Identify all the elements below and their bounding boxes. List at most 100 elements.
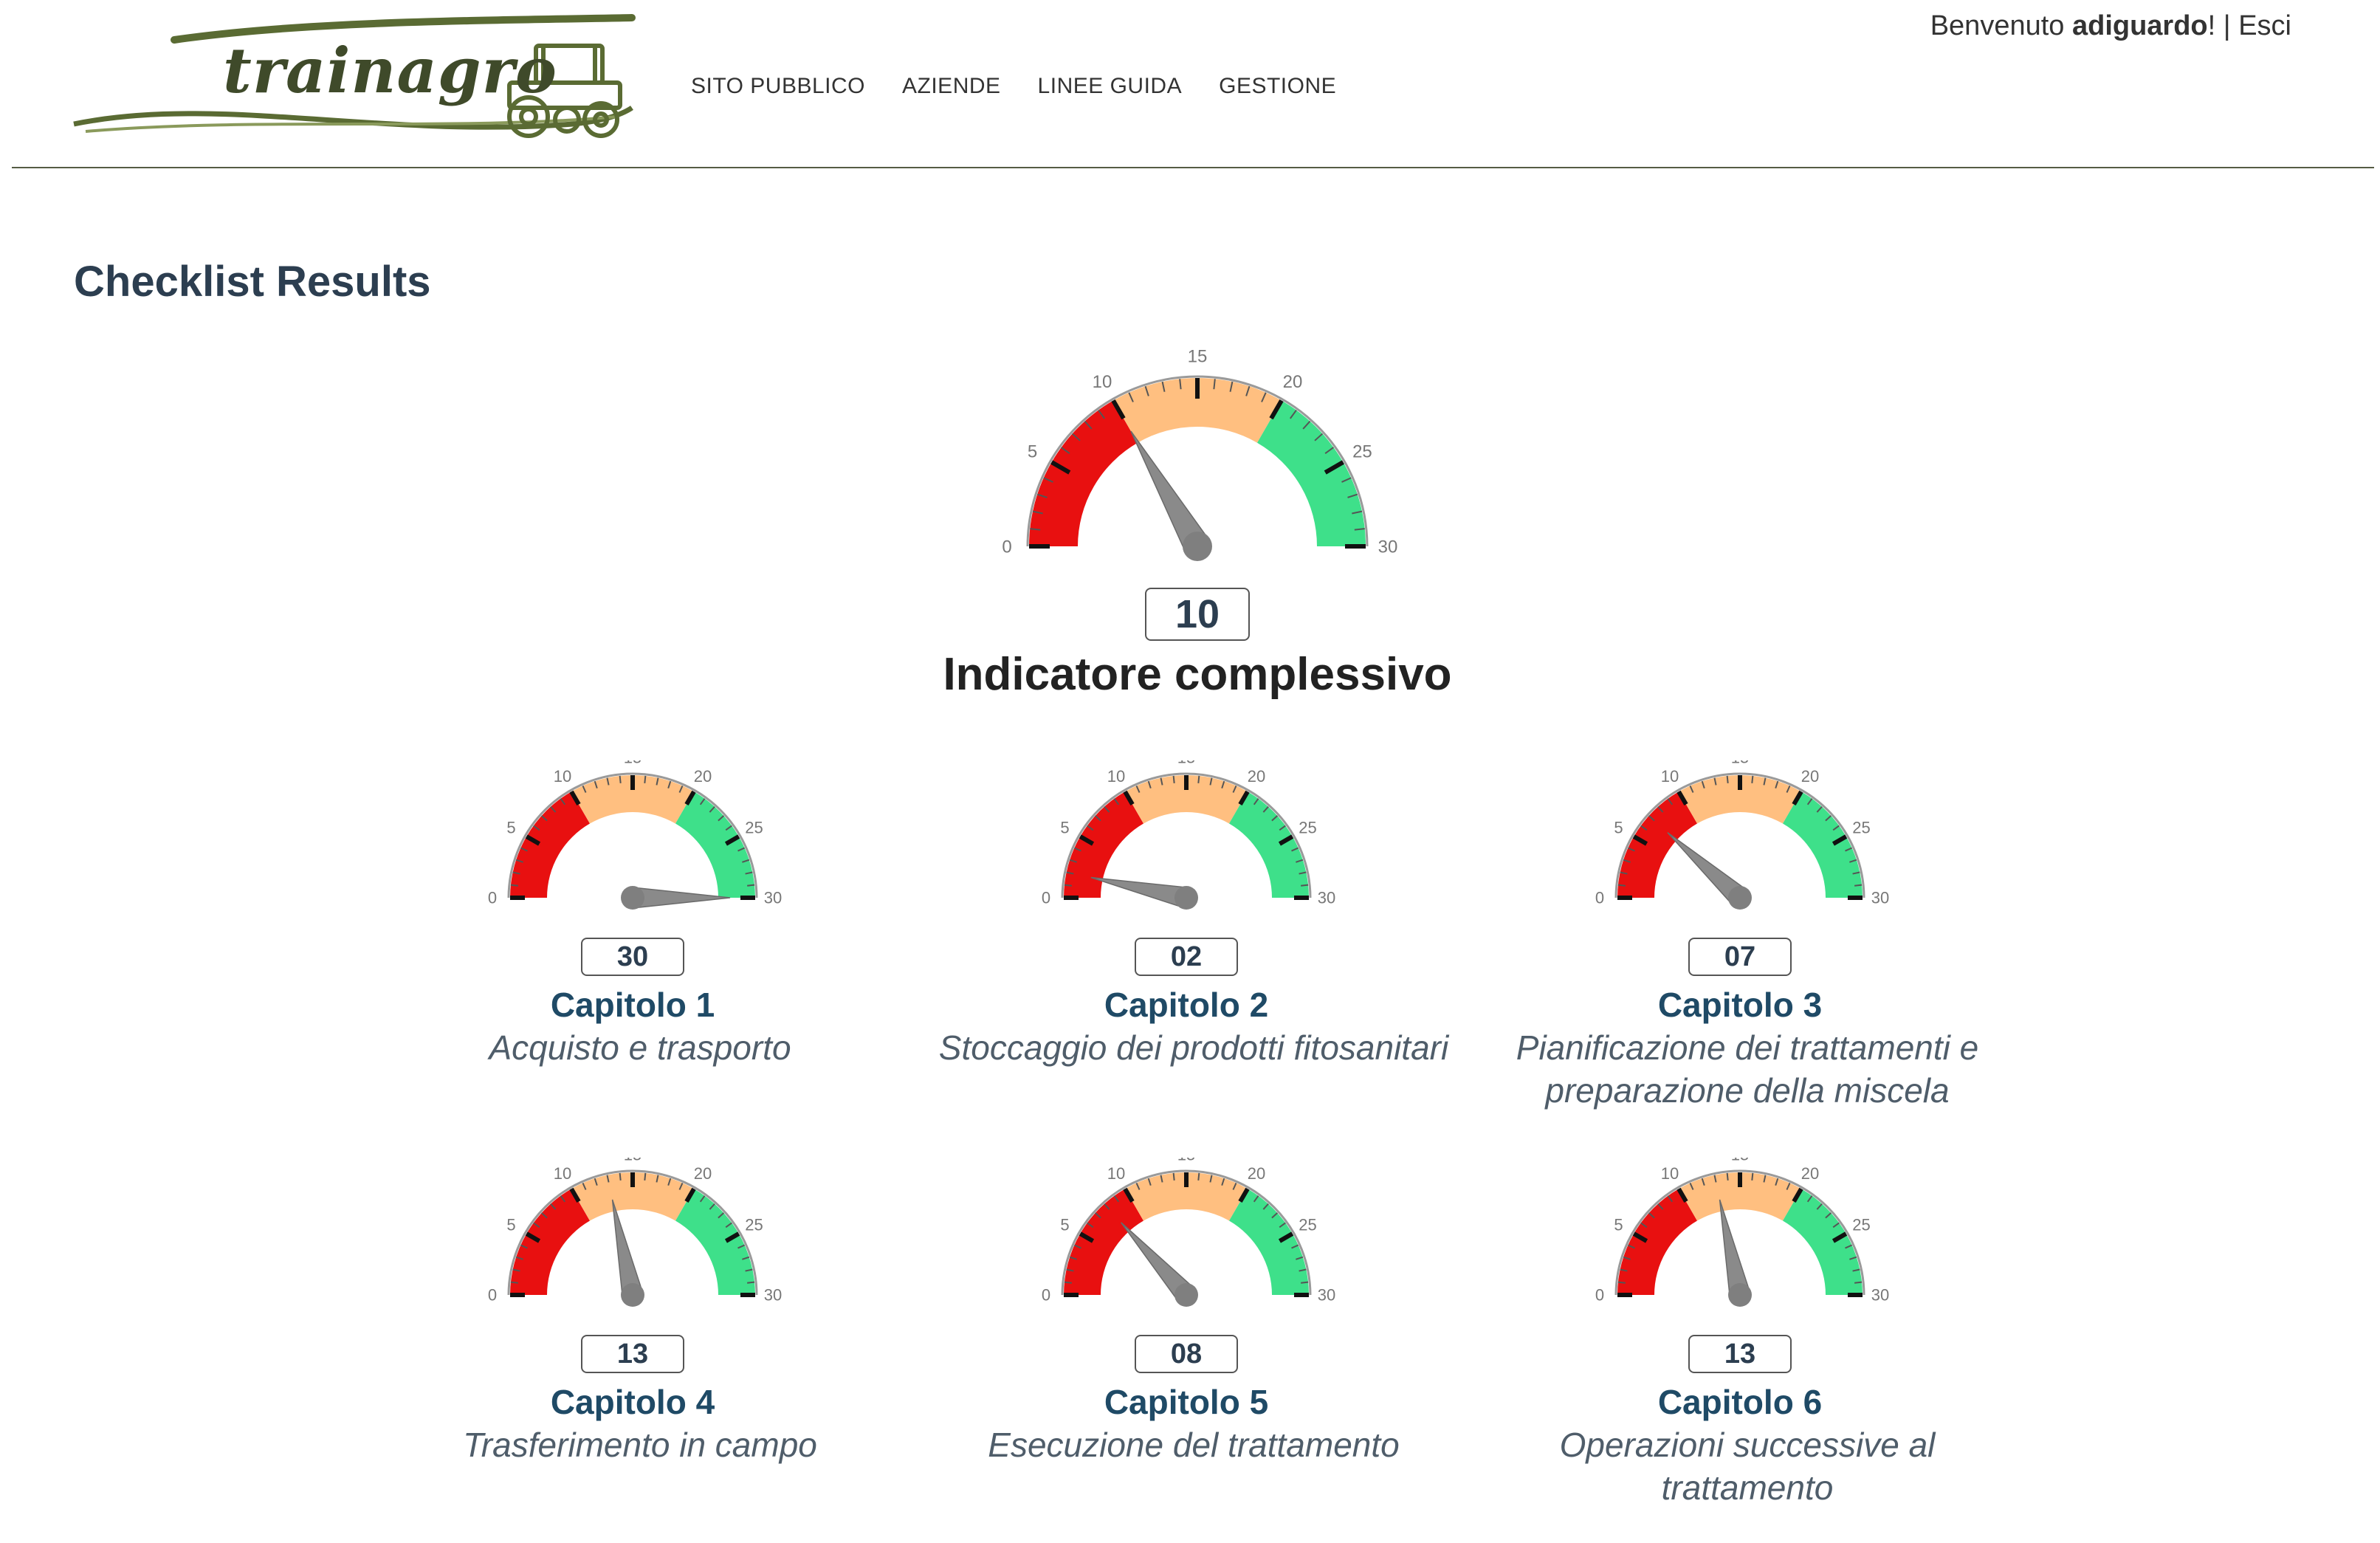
- nav-aziende[interactable]: AZIENDE: [902, 74, 1001, 99]
- gauge-needle-hub: [621, 886, 644, 910]
- chapter-6-title: Capitolo 6: [1657, 1383, 1823, 1421]
- gauge-tick-label: 5: [1060, 819, 1069, 837]
- gauge-tick-label: 0: [1595, 1286, 1604, 1305]
- nav-linee-guida[interactable]: LINEE GUIDA: [1038, 74, 1183, 99]
- gauge-tick-label: 0: [1042, 889, 1050, 907]
- user-bar: Benvenuto adiguardo! | Esci: [1930, 10, 2291, 42]
- chapter-6-subtitle: Operazioni successive al trattamento: [1559, 1426, 1936, 1507]
- gauge-tick-label: 5: [506, 819, 515, 837]
- chapter-6-value-box: 13: [1688, 1335, 1792, 1373]
- gauge-tick-label: 10: [554, 767, 571, 786]
- gauge-tick-label: 10: [554, 1164, 571, 1183]
- gauge-minor-tick: [1751, 775, 1754, 783]
- main-nav: SITO PUBBLICO AZIENDE LINEE GUIDA GESTIO…: [691, 74, 1336, 99]
- gauge-minor-tick: [1726, 1172, 1729, 1181]
- gauge-band-1: [1617, 1189, 1697, 1295]
- gauge-minor-tick: [1197, 1172, 1200, 1181]
- chapter-6-gauge: 0 5 10 15 20 25 30: [1595, 1158, 1889, 1307]
- gauge-minor-tick: [510, 884, 518, 887]
- overall-gauge: 0 5 10 15 20 25 30: [1002, 347, 1398, 561]
- gauge-band-3: [1783, 791, 1863, 898]
- gauge-band-3: [1783, 1189, 1863, 1295]
- chapter-1-value-box: 30: [581, 938, 684, 976]
- logo-text: trainagro: [223, 34, 557, 107]
- gauge-tick-label: 0: [1002, 537, 1011, 557]
- gauge-tick-label: 15: [1731, 1158, 1749, 1164]
- chapter-card-5: 0 5 10 15 20 25 30 08 Capitolo 5 Esecuzione de…: [928, 1158, 1445, 1466]
- gauge-tick-label: 15: [1177, 760, 1195, 767]
- gauge-tick-label: 5: [1028, 441, 1037, 461]
- overall-value-box: 10: [1145, 588, 1250, 641]
- chapter-2-value-box: 02: [1135, 938, 1238, 976]
- trainagro-logo[interactable]: trainagro: [71, 13, 647, 146]
- chapter-4-title: Capitolo 4: [550, 1383, 715, 1421]
- overall-indicator: 0 5 10 15 20 25 30 10 Indicatore complessivo: [902, 347, 1493, 701]
- chapter-2-gauge: 0 5 10 15 20 25 30: [1042, 760, 1335, 910]
- chapter-card-2: 0 5 10 15 20 25 30 02 Capitolo 2 Stoccaggio de…: [928, 760, 1448, 1069]
- chapter-4-subtitle: Trasferimento in campo: [463, 1426, 817, 1464]
- gauge-band-1: [1064, 1189, 1143, 1295]
- gauge-needle-hub: [621, 1283, 644, 1307]
- gauge-minor-tick: [1301, 884, 1309, 887]
- overall-title: Indicatore complessivo: [943, 649, 1452, 700]
- gauge-tick-label: 15: [624, 1158, 642, 1164]
- nav-gestione[interactable]: GESTIONE: [1219, 74, 1336, 99]
- gauge-tick-label: 0: [488, 1286, 497, 1305]
- chapter-card-3: 0 5 10 15 20 25 30 07 Capitolo 3 Pianificazion…: [1482, 760, 1998, 1112]
- gauge-tick-label: 15: [1731, 760, 1749, 767]
- gauge-tick-label: 30: [1318, 889, 1335, 907]
- logout-link[interactable]: Esci: [2238, 10, 2291, 41]
- gauge-tick-label: 30: [1378, 537, 1398, 557]
- gauge-tick-label: 10: [1661, 1164, 1679, 1183]
- chapter-2-title: Capitolo 2: [1104, 986, 1269, 1024]
- chapter-5-value-box: 08: [1135, 1335, 1238, 1373]
- gauge-needle-hub: [1728, 1283, 1752, 1307]
- gauge-minor-tick: [1726, 775, 1729, 783]
- gauge-band-3: [1257, 400, 1366, 546]
- gauge-minor-tick: [619, 775, 622, 783]
- gauge-tick-label: 10: [1107, 1164, 1125, 1183]
- gauge-needle-hub: [1174, 1283, 1198, 1307]
- chapter-1-title: Capitolo 1: [550, 986, 715, 1024]
- page-title: Checklist Results: [74, 258, 431, 306]
- gauge-tick-label: 15: [624, 760, 642, 767]
- gauge-tick-label: 25: [745, 1216, 763, 1234]
- gauge-tick-label: 20: [694, 1164, 712, 1183]
- gauge-minor-tick: [510, 1281, 518, 1284]
- gauge-tick-label: 20: [1801, 767, 1819, 786]
- gauge-tick-label: 25: [1299, 1216, 1316, 1234]
- gauge-tick-label: 20: [1248, 1164, 1265, 1183]
- gauge-tick-label: 10: [1107, 767, 1125, 786]
- chapter-5-title: Capitolo 5: [1104, 1383, 1269, 1421]
- gauge-minor-tick: [747, 1281, 755, 1284]
- gauge-minor-tick: [1854, 884, 1863, 887]
- gauge-tick-label: 20: [1248, 767, 1265, 786]
- chapter-3-subtitle: Pianificazione dei trattamenti e prepara…: [1516, 1028, 1979, 1110]
- gauge-tick-label: 25: [1299, 819, 1316, 837]
- gauge-tick-label: 10: [1093, 372, 1112, 392]
- gauge-tick-label: 30: [1871, 889, 1889, 907]
- chapter-4-value-box: 13: [581, 1335, 684, 1373]
- gauge-tick-label: 25: [1352, 441, 1372, 461]
- gauge-tick-label: 20: [1283, 372, 1303, 392]
- chapter-4-gauge: 0 5 10 15 20 25 30: [488, 1158, 782, 1307]
- gauge-tick-label: 15: [1188, 347, 1208, 366]
- gauge-tick-label: 5: [1614, 819, 1623, 837]
- chapter-card-6: 0 5 10 15 20 25 30 13 Capitolo 6 Operazioni su…: [1482, 1158, 1998, 1509]
- chapter-3-title: Capitolo 3: [1657, 986, 1823, 1024]
- gauge-tick-label: 5: [506, 1216, 515, 1234]
- gauge-minor-tick: [644, 1172, 647, 1181]
- gauge-tick-label: 15: [1177, 1158, 1195, 1164]
- gauge-minor-tick: [1751, 1172, 1754, 1181]
- username: adiguardo: [2071, 10, 2208, 41]
- gauge-tick-label: 0: [1042, 1286, 1050, 1305]
- gauge-minor-tick: [1617, 1281, 1626, 1284]
- welcome-suffix: ! |: [2207, 10, 2239, 41]
- header-divider: [12, 167, 2374, 168]
- gauge-minor-tick: [1064, 1281, 1072, 1284]
- gauge-tick-label: 0: [1595, 889, 1604, 907]
- nav-sito-pubblico[interactable]: SITO PUBBLICO: [691, 74, 865, 99]
- header: trainagro SITO PUBBLICO AZIENDE LINEE GU…: [0, 0, 2380, 168]
- gauge-band-1: [510, 791, 590, 898]
- gauge-needle-hub: [1728, 886, 1752, 910]
